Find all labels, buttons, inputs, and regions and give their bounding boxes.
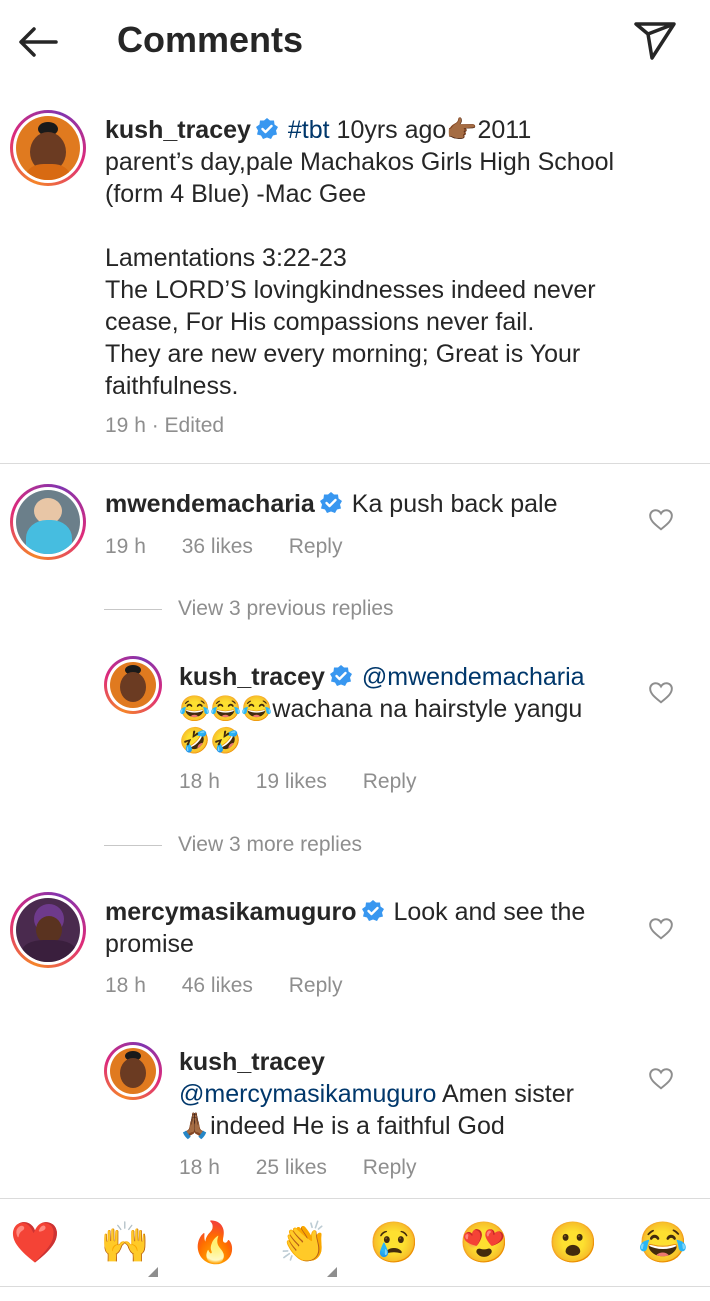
replies-line [104,608,162,610]
avatar[interactable] [104,1042,162,1100]
caption-text: 10yrs ago👉🏾2011 [329,116,532,144]
caption-text: (form 4 Blue) -Mac Gee [105,180,367,208]
raising-hands-emoji[interactable]: 🙌 [100,1219,150,1267]
reply-likes[interactable]: 19 likes [256,769,327,795]
avatar[interactable] [10,484,86,560]
reply-button[interactable]: Reply [363,1155,417,1181]
skin-tone-indicator [327,1267,337,1277]
caption: kush_tracey #tbt 10yrs ago👉🏾2011 parent’… [105,114,695,402]
comment-likes[interactable]: 46 likes [182,973,253,999]
caption-meta: 19 h · Edited [105,414,225,437]
like-heart-icon[interactable] [648,916,674,942]
reply-username[interactable]: kush_tracey [179,1048,325,1076]
reply-text: 😂😂😂wachana na hairstyle yangu [179,695,583,723]
like-heart-icon[interactable] [648,680,674,706]
caption-text: cease, For His compassions never fail. [105,308,535,336]
reply-likes[interactable]: 25 likes [256,1155,327,1181]
caption-text: Lamentations 3:22-23 [105,244,347,272]
comment-meta: 18 h 46 likes Reply [105,973,342,999]
reply-button[interactable]: Reply [363,769,417,795]
reply-meta: 18 h 25 likes Reply [179,1155,416,1181]
divider [0,1286,710,1287]
crying-face-emoji[interactable]: 😢 [369,1219,419,1267]
comment-text: Look and see the [393,898,586,926]
verified-badge-icon [319,492,342,513]
reply: kush_tracey @mwendemacharia 😂😂😂wachana n… [179,661,639,757]
reply-button[interactable]: Reply [289,973,343,999]
like-heart-icon[interactable] [648,507,674,533]
comment-time: 19 h [105,535,146,558]
verified-badge-icon [255,118,278,139]
comment-text: Ka push back pale [351,490,558,518]
reply-time: 18 h [179,770,220,793]
direct-send-icon[interactable] [628,14,680,66]
verified-badge-icon [329,665,352,686]
clapping-hands-emoji[interactable]: 👏 [279,1219,329,1267]
comment-username[interactable]: mercymasikamuguro [105,898,357,926]
divider [0,463,710,464]
fire-emoji[interactable]: 🔥 [190,1219,240,1267]
view-more-replies[interactable]: View 3 more replies [104,833,362,857]
reply: kush_tracey @mercymasikamuguro Amen sist… [179,1046,639,1142]
mention-link[interactable]: @mercymasikamuguro [179,1080,436,1108]
replies-line [104,844,162,846]
view-previous-replies[interactable]: View 3 previous replies [104,597,394,621]
quick-reaction-bar: ❤️ 🙌 🔥 👏 😢 😍 😮 😂 [0,1198,710,1287]
like-heart-icon[interactable] [648,1066,674,1092]
tears-of-joy-emoji[interactable]: 😂 [638,1219,688,1267]
hashtag-link[interactable]: #tbt [288,116,330,144]
caption-text: faithfulness. [105,372,239,400]
avatar[interactable] [104,656,162,714]
comment: mercymasikamuguro Look and see the promi… [105,896,635,960]
red-heart-emoji[interactable]: ❤️ [10,1219,60,1267]
comment-likes[interactable]: 36 likes [182,534,253,560]
reply-username[interactable]: kush_tracey [179,663,325,691]
surprised-face-emoji[interactable]: 😮 [548,1219,598,1267]
reply-text: 🤣🤣 [179,727,242,755]
reply-text: Amen sister [436,1080,574,1108]
mention-link[interactable]: @mwendemacharia [362,663,585,691]
caption-text: The LORD’S lovingkindnesses indeed never [105,276,596,304]
reply-meta: 18 h 19 likes Reply [179,769,416,795]
comment: mwendemacharia Ka push back pale [105,488,635,520]
comment-text: promise [105,930,194,958]
caption-username[interactable]: kush_tracey [105,116,251,144]
comment-username[interactable]: mwendemacharia [105,490,315,518]
caption-text: parent’s day,pale Machakos Girls High Sc… [105,148,615,176]
comment-meta: 19 h 36 likes Reply [105,534,342,560]
caption-text: They are new every morning; Great is You… [105,340,581,368]
skin-tone-indicator [148,1267,158,1277]
page-title: Comments [117,19,304,60]
reply-text: 🙏🏾indeed He is a faithful God [179,1112,505,1140]
reply-button[interactable]: Reply [289,534,343,560]
view-replies-label: View 3 more replies [178,833,363,856]
back-arrow-icon[interactable] [14,18,62,66]
verified-badge-icon [361,900,384,921]
heart-eyes-emoji[interactable]: 😍 [459,1219,509,1267]
reply-time: 18 h [179,1156,220,1179]
view-replies-label: View 3 previous replies [178,597,394,620]
avatar[interactable] [10,110,86,186]
avatar[interactable] [10,892,86,968]
comment-time: 18 h [105,974,146,997]
